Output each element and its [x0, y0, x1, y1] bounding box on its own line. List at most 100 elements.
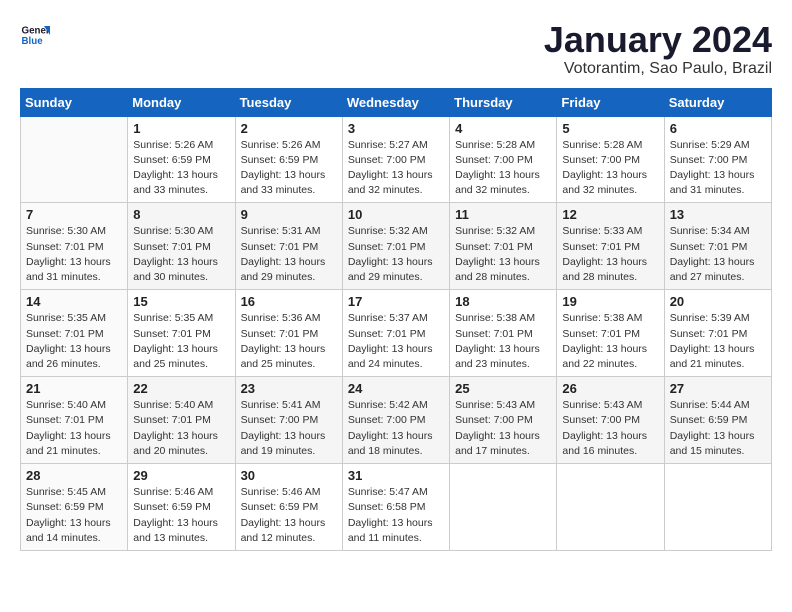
column-header-friday: Friday	[557, 88, 664, 116]
day-number: 15	[133, 294, 229, 309]
day-number: 16	[241, 294, 337, 309]
day-detail: Sunrise: 5:44 AM Sunset: 6:59 PM Dayligh…	[670, 398, 766, 459]
day-detail: Sunrise: 5:47 AM Sunset: 6:58 PM Dayligh…	[348, 485, 444, 546]
day-detail: Sunrise: 5:31 AM Sunset: 7:01 PM Dayligh…	[241, 224, 337, 285]
day-detail: Sunrise: 5:30 AM Sunset: 7:01 PM Dayligh…	[133, 224, 229, 285]
calendar-cell	[664, 464, 771, 551]
column-header-thursday: Thursday	[450, 88, 557, 116]
calendar-cell: 19Sunrise: 5:38 AM Sunset: 7:01 PM Dayli…	[557, 290, 664, 377]
day-detail: Sunrise: 5:35 AM Sunset: 7:01 PM Dayligh…	[133, 311, 229, 372]
day-detail: Sunrise: 5:37 AM Sunset: 7:01 PM Dayligh…	[348, 311, 444, 372]
calendar-week-4: 21 Sunrise: 5:40 AM Sunset: 7:01 PM Dayli…	[21, 377, 772, 464]
day-number: 1	[133, 121, 229, 136]
calendar-week-5: 28 Sunrise: 5:45 AM Sunset: 6:59 PM Dayli…	[21, 464, 772, 551]
calendar-cell: 23 Sunrise: 5:41 AM Sunset: 7:00 PM Dayli…	[235, 377, 342, 464]
day-detail: Sunrise: 5:30 AM Sunset: 7:01 PM Dayligh…	[26, 224, 122, 285]
day-number: 17	[348, 294, 444, 309]
day-number: 11	[455, 207, 551, 222]
calendar-cell: 3 Sunrise: 5:27 AM Sunset: 7:00 PM Daylig…	[342, 116, 449, 203]
day-number: 9	[241, 207, 337, 222]
day-number: 26	[562, 381, 658, 396]
calendar-cell: 14Sunrise: 5:35 AM Sunset: 7:01 PM Dayli…	[21, 290, 128, 377]
calendar-table: SundayMondayTuesdayWednesdayThursdayFrid…	[20, 88, 772, 551]
day-number: 31	[348, 468, 444, 483]
day-detail: Sunrise: 5:28 AM Sunset: 7:00 PM Dayligh…	[562, 138, 658, 199]
day-detail: Sunrise: 5:42 AM Sunset: 7:00 PM Dayligh…	[348, 398, 444, 459]
day-detail: Sunrise: 5:40 AM Sunset: 7:01 PM Dayligh…	[26, 398, 122, 459]
calendar-cell: 22 Sunrise: 5:40 AM Sunset: 7:01 PM Dayli…	[128, 377, 235, 464]
day-detail: Sunrise: 5:26 AM Sunset: 6:59 PM Dayligh…	[241, 138, 337, 199]
svg-text:Blue: Blue	[22, 36, 44, 47]
day-number: 2	[241, 121, 337, 136]
day-number: 24	[348, 381, 444, 396]
day-detail: Sunrise: 5:45 AM Sunset: 6:59 PM Dayligh…	[26, 485, 122, 546]
calendar-cell: 6 Sunrise: 5:29 AM Sunset: 7:00 PM Daylig…	[664, 116, 771, 203]
day-detail: Sunrise: 5:26 AM Sunset: 6:59 PM Dayligh…	[133, 138, 229, 199]
day-detail: Sunrise: 5:27 AM Sunset: 7:00 PM Dayligh…	[348, 138, 444, 199]
day-number: 22	[133, 381, 229, 396]
logo: General Blue	[20, 20, 50, 50]
day-number: 23	[241, 381, 337, 396]
calendar-cell: 31 Sunrise: 5:47 AM Sunset: 6:58 PM Dayli…	[342, 464, 449, 551]
column-header-monday: Monday	[128, 88, 235, 116]
day-number: 8	[133, 207, 229, 222]
day-number: 25	[455, 381, 551, 396]
day-detail: Sunrise: 5:46 AM Sunset: 6:59 PM Dayligh…	[241, 485, 337, 546]
column-header-sunday: Sunday	[21, 88, 128, 116]
calendar-cell: 7 Sunrise: 5:30 AM Sunset: 7:01 PM Daylig…	[21, 203, 128, 290]
calendar-cell: 15 Sunrise: 5:35 AM Sunset: 7:01 PM Dayli…	[128, 290, 235, 377]
day-number: 27	[670, 381, 766, 396]
day-detail: Sunrise: 5:40 AM Sunset: 7:01 PM Dayligh…	[133, 398, 229, 459]
calendar-cell: 26 Sunrise: 5:43 AM Sunset: 7:00 PM Dayli…	[557, 377, 664, 464]
calendar-cell	[450, 464, 557, 551]
day-number: 3	[348, 121, 444, 136]
calendar-cell: 30 Sunrise: 5:46 AM Sunset: 6:59 PM Dayli…	[235, 464, 342, 551]
day-number: 7	[26, 207, 122, 222]
calendar-cell: 4Sunrise: 5:28 AM Sunset: 7:00 PM Daylig…	[450, 116, 557, 203]
day-number: 30	[241, 468, 337, 483]
calendar-cell: 17 Sunrise: 5:37 AM Sunset: 7:01 PM Dayli…	[342, 290, 449, 377]
month-title: January 2024	[544, 20, 772, 60]
day-number: 20	[670, 294, 766, 309]
logo-icon: General Blue	[20, 20, 50, 50]
day-detail: Sunrise: 5:38 AM Sunset: 7:01 PM Dayligh…	[562, 311, 658, 372]
day-detail: Sunrise: 5:43 AM Sunset: 7:00 PM Dayligh…	[562, 398, 658, 459]
day-number: 6	[670, 121, 766, 136]
day-detail: Sunrise: 5:32 AM Sunset: 7:01 PM Dayligh…	[348, 224, 444, 285]
column-header-tuesday: Tuesday	[235, 88, 342, 116]
calendar-cell: 28 Sunrise: 5:45 AM Sunset: 6:59 PM Dayli…	[21, 464, 128, 551]
day-number: 10	[348, 207, 444, 222]
day-detail: Sunrise: 5:33 AM Sunset: 7:01 PM Dayligh…	[562, 224, 658, 285]
day-detail: Sunrise: 5:43 AM Sunset: 7:00 PM Dayligh…	[455, 398, 551, 459]
day-number: 14	[26, 294, 122, 309]
day-detail: Sunrise: 5:39 AM Sunset: 7:01 PM Dayligh…	[670, 311, 766, 372]
calendar-cell: 20 Sunrise: 5:39 AM Sunset: 7:01 PM Dayli…	[664, 290, 771, 377]
calendar-cell	[557, 464, 664, 551]
calendar-cell: 11Sunrise: 5:32 AM Sunset: 7:01 PM Dayli…	[450, 203, 557, 290]
calendar-cell: 21 Sunrise: 5:40 AM Sunset: 7:01 PM Dayli…	[21, 377, 128, 464]
day-detail: Sunrise: 5:29 AM Sunset: 7:00 PM Dayligh…	[670, 138, 766, 199]
day-number: 28	[26, 468, 122, 483]
day-detail: Sunrise: 5:38 AM Sunset: 7:01 PM Dayligh…	[455, 311, 551, 372]
calendar-cell	[21, 116, 128, 203]
day-detail: Sunrise: 5:36 AM Sunset: 7:01 PM Dayligh…	[241, 311, 337, 372]
calendar-cell: 27 Sunrise: 5:44 AM Sunset: 6:59 PM Dayli…	[664, 377, 771, 464]
calendar-body: 1 Sunrise: 5:26 AM Sunset: 6:59 PM Daylig…	[21, 116, 772, 550]
day-detail: Sunrise: 5:41 AM Sunset: 7:00 PM Dayligh…	[241, 398, 337, 459]
day-number: 29	[133, 468, 229, 483]
day-number: 18	[455, 294, 551, 309]
calendar-cell: 25 Sunrise: 5:43 AM Sunset: 7:00 PM Dayli…	[450, 377, 557, 464]
day-detail: Sunrise: 5:46 AM Sunset: 6:59 PM Dayligh…	[133, 485, 229, 546]
day-number: 4	[455, 121, 551, 136]
title-area: January 2024 Votorantim, Sao Paulo, Braz…	[544, 20, 772, 78]
location-subtitle: Votorantim, Sao Paulo, Brazil	[544, 60, 772, 78]
calendar-cell: 1 Sunrise: 5:26 AM Sunset: 6:59 PM Daylig…	[128, 116, 235, 203]
calendar-cell: 2 Sunrise: 5:26 AM Sunset: 6:59 PM Daylig…	[235, 116, 342, 203]
calendar-cell: 8 Sunrise: 5:30 AM Sunset: 7:01 PM Daylig…	[128, 203, 235, 290]
day-detail: Sunrise: 5:34 AM Sunset: 7:01 PM Dayligh…	[670, 224, 766, 285]
calendar-cell: 12Sunrise: 5:33 AM Sunset: 7:01 PM Dayli…	[557, 203, 664, 290]
calendar-week-2: 7 Sunrise: 5:30 AM Sunset: 7:01 PM Daylig…	[21, 203, 772, 290]
calendar-week-1: 1 Sunrise: 5:26 AM Sunset: 6:59 PM Daylig…	[21, 116, 772, 203]
column-header-saturday: Saturday	[664, 88, 771, 116]
day-number: 21	[26, 381, 122, 396]
